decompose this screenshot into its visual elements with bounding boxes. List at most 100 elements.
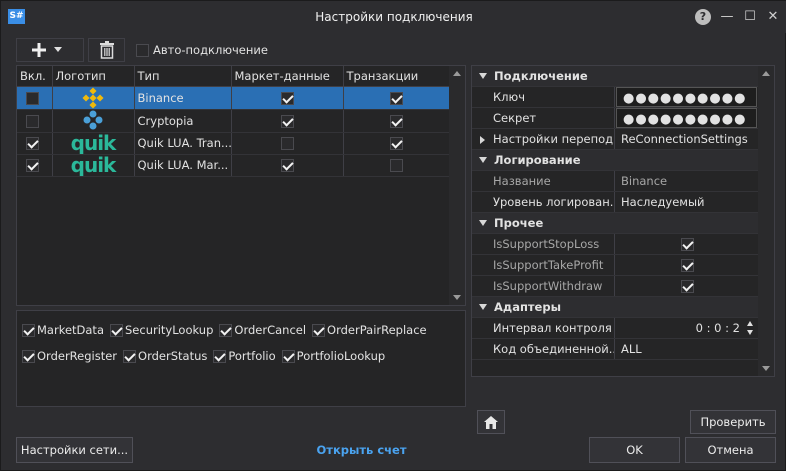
property-interval[interactable]: Интервал контроля 0 : 0 : 2 xyxy=(472,318,758,339)
property-log-level[interactable]: Уровень логирован... Наследуемый xyxy=(472,192,758,213)
property-stoploss: IsSupportStopLoss xyxy=(472,234,758,255)
properties-scrollbar[interactable] xyxy=(758,66,774,376)
connection-type: Quik LUA. Tran... xyxy=(134,132,232,155)
transactions-checkbox[interactable] xyxy=(390,91,403,105)
table-row[interactable]: quik Quik LUA. Tran... xyxy=(17,132,451,155)
connection-type: Binance xyxy=(134,86,232,110)
quik-logo: quik xyxy=(70,154,117,176)
quik-logo: quik xyxy=(70,132,117,154)
table-row[interactable]: Binance xyxy=(17,86,451,110)
log-level-select[interactable]: Наследуемый xyxy=(615,192,758,212)
message-checkbox[interactable] xyxy=(281,349,295,363)
column-enabled[interactable]: Вкл. xyxy=(17,66,53,87)
home-button[interactable] xyxy=(477,410,505,434)
connection-type: Cryptopia xyxy=(134,109,232,133)
property-takeprofit: IsSupportTakeProfit xyxy=(472,255,758,276)
message-checkbox[interactable] xyxy=(219,323,233,337)
message-checkbox[interactable] xyxy=(110,323,123,337)
interval-input[interactable]: 0 : 0 : 2 xyxy=(696,318,740,339)
connection-type: Quik LUA. Mar... xyxy=(134,154,232,177)
property-name[interactable]: Название Binance xyxy=(472,171,758,192)
collapse-icon[interactable] xyxy=(479,157,487,163)
check-button[interactable]: Проверить xyxy=(690,410,776,434)
transactions-checkbox[interactable] xyxy=(390,114,403,128)
message-checkbox[interactable] xyxy=(213,349,227,363)
table-row[interactable]: Cryptopia xyxy=(17,109,451,133)
message-portfoliolookup[interactable]: PortfolioLookup xyxy=(281,349,385,363)
secret-input[interactable]: ●●●●●●●●●● xyxy=(616,108,757,128)
message-checkbox[interactable] xyxy=(312,323,326,337)
close-icon[interactable]: ✕ xyxy=(764,8,782,26)
enabled-checkbox[interactable] xyxy=(26,137,39,150)
property-reconnect[interactable]: Настройки перепод... ReConnectionSettings xyxy=(472,129,758,150)
property-secret[interactable]: Секрет ●●●●●●●●●● xyxy=(472,108,758,129)
message-orderregister[interactable]: OrderRegister xyxy=(22,349,117,363)
ok-button[interactable]: OK xyxy=(589,437,680,463)
scroll-down-icon[interactable] xyxy=(453,295,461,300)
property-grid: Подключение Ключ ●●●●●●●●●● Секрет ●●●●●●●… xyxy=(471,65,775,377)
title-bar: S# Настройки подключения ? — ☐ ✕ xyxy=(1,1,786,33)
scroll-up-icon[interactable] xyxy=(453,71,461,76)
auto-connect-label: Авто-подключение xyxy=(153,43,268,57)
cancel-button[interactable]: Отмена xyxy=(685,437,776,463)
collapse-icon[interactable] xyxy=(479,73,487,79)
maximize-icon[interactable]: ☐ xyxy=(741,8,759,26)
open-account-link[interactable]: Открыть счет xyxy=(301,443,422,457)
minimize-icon[interactable]: — xyxy=(718,8,736,26)
key-input[interactable]: ●●●●●●●●●● xyxy=(616,87,757,107)
message-checkbox[interactable] xyxy=(123,349,137,363)
network-settings-button[interactable]: Настройки сети... xyxy=(16,437,133,463)
transactions-checkbox[interactable] xyxy=(390,137,403,150)
transactions-checkbox[interactable] xyxy=(390,159,403,172)
category-adapters[interactable]: Адаптеры xyxy=(472,297,758,318)
collapse-icon[interactable] xyxy=(479,304,487,310)
category-other[interactable]: Прочее xyxy=(472,213,758,234)
collapse-icon[interactable] xyxy=(479,220,487,226)
property-withdraw: IsSupportWithdraw xyxy=(472,276,758,297)
message-ordercancel[interactable]: OrderCancel xyxy=(219,323,306,337)
grid-scrollbar[interactable] xyxy=(449,66,465,305)
message-portfolio[interactable]: Portfolio xyxy=(213,349,276,363)
column-market-data[interactable]: Маркет-данные xyxy=(231,66,344,87)
help-icon[interactable]: ? xyxy=(695,9,711,25)
supported-messages: MarketData SecurityLookup OrderCancel Or… xyxy=(16,310,466,407)
column-logo[interactable]: Логотип xyxy=(52,66,135,87)
expand-icon[interactable] xyxy=(480,136,485,144)
enabled-checkbox[interactable] xyxy=(26,114,39,128)
enabled-checkbox[interactable] xyxy=(26,159,39,172)
market-data-checkbox[interactable] xyxy=(280,137,294,150)
property-key[interactable]: Ключ ●●●●●●●●●● xyxy=(472,87,758,108)
market-data-checkbox[interactable] xyxy=(280,159,294,172)
property-union-code[interactable]: Код объединенной... ALL xyxy=(472,339,758,360)
add-connection-button[interactable] xyxy=(16,38,84,62)
message-securitylookup[interactable]: SecurityLookup xyxy=(110,323,213,337)
auto-connect-option[interactable]: Авто-подключение xyxy=(136,43,268,57)
connection-settings-window: S# Настройки подключения ? — ☐ ✕ Авто-по… xyxy=(0,0,786,471)
message-checkbox[interactable] xyxy=(22,323,35,337)
market-data-checkbox[interactable] xyxy=(280,114,294,128)
trash-icon xyxy=(99,41,114,59)
takeprofit-checkbox xyxy=(681,259,694,272)
category-logging[interactable]: Логирование xyxy=(472,150,758,171)
scroll-down-icon[interactable] xyxy=(762,366,770,371)
table-row[interactable]: quik Quik LUA. Mar... xyxy=(17,154,451,177)
market-data-checkbox[interactable] xyxy=(280,91,294,105)
scroll-up-icon[interactable] xyxy=(762,71,770,76)
delete-connection-button[interactable] xyxy=(88,38,125,62)
enabled-checkbox[interactable] xyxy=(26,91,39,105)
column-transactions[interactable]: Транзакции xyxy=(343,66,451,87)
category-connection[interactable]: Подключение xyxy=(472,66,758,87)
message-checkbox[interactable] xyxy=(22,349,35,363)
spinner-icon[interactable] xyxy=(746,320,754,336)
message-marketdata[interactable]: MarketData xyxy=(22,323,104,337)
chevron-down-icon[interactable] xyxy=(47,42,69,58)
plus-icon xyxy=(32,43,46,57)
home-icon xyxy=(484,415,498,429)
column-type[interactable]: Тип xyxy=(134,66,232,87)
connections-grid: Вкл. Логотип Тип Маркет-данные Транзакци… xyxy=(16,65,466,306)
auto-connect-checkbox[interactable] xyxy=(136,43,149,57)
binance-logo xyxy=(82,86,104,108)
message-orderpairreplace[interactable]: OrderPairReplace xyxy=(312,323,427,337)
message-orderstatus[interactable]: OrderStatus xyxy=(123,349,207,363)
window-title: Настройки подключения xyxy=(315,10,473,24)
